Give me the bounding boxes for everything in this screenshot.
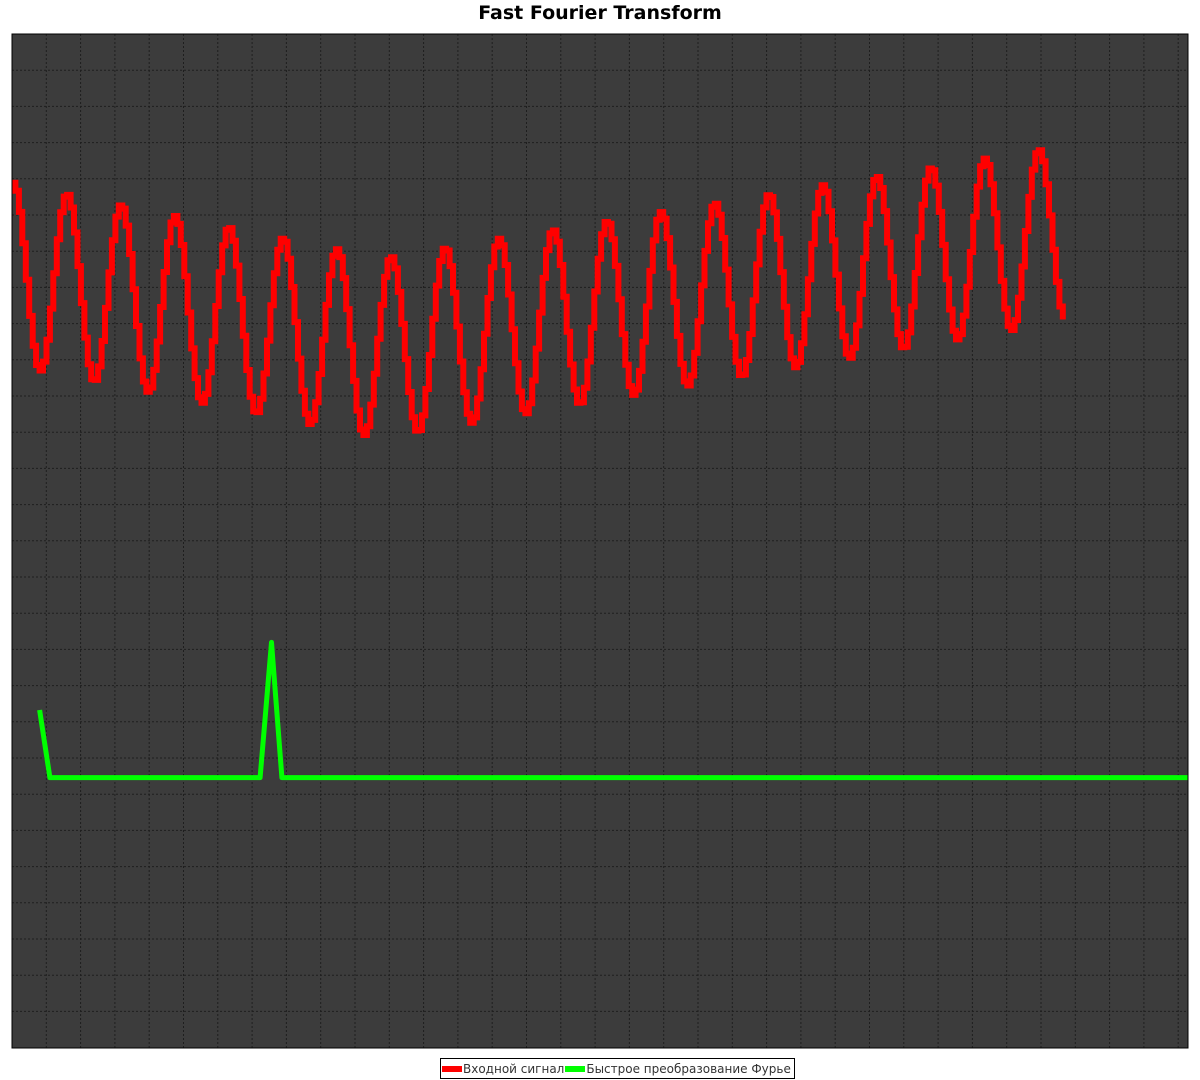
legend-label-input: Входной сигнал	[463, 1061, 565, 1076]
fft-swatch	[565, 1065, 586, 1072]
legend: Входной сигнал Быстрое преобразование Фу…	[440, 1058, 795, 1079]
legend-entry-fft: Быстрое преобразование Фурье	[564, 1062, 791, 1076]
legend-entry-input: Входной сигнал	[441, 1062, 564, 1076]
fft-chart	[11, 33, 1189, 1049]
legend-label-fft: Быстрое преобразование Фурье	[586, 1061, 791, 1076]
input-swatch	[442, 1065, 462, 1072]
